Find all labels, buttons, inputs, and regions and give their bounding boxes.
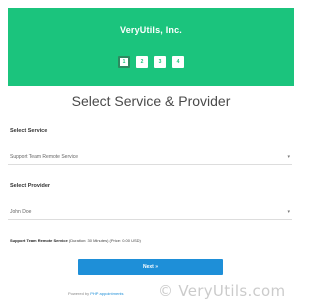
step-2[interactable]: 2 — [136, 56, 148, 68]
service-select-value: Support Team Remote Service — [10, 154, 78, 160]
step-indicator: 1 2 3 4 — [8, 56, 294, 68]
step-3[interactable]: 3 — [154, 56, 166, 68]
brand-name: VeryUtils, Inc. — [119, 25, 183, 35]
booking-page: VeryUtils, Inc. 1 2 3 4 Select Service &… — [0, 0, 302, 305]
step-4[interactable]: 4 — [172, 56, 184, 68]
provider-select[interactable]: John Doe ▾ — [8, 206, 292, 220]
service-select[interactable]: Support Team Remote Service ▾ — [8, 151, 292, 165]
summary-details: (Duration: 30 Minutes) (Price: 0.00 USD) — [68, 238, 141, 243]
service-label: Select Service — [10, 128, 48, 134]
step-1[interactable]: 1 — [118, 56, 130, 68]
provider-select-value: John Doe — [10, 209, 32, 215]
powered-by-link[interactable]: PHP appointments — [90, 291, 123, 296]
page-title: Select Service & Provider — [71, 93, 231, 109]
watermark-text: © VeryUtils.com — [158, 282, 286, 300]
next-button[interactable]: Next » — [78, 259, 223, 275]
summary-service-name: Support Team Remote Service — [10, 238, 68, 243]
chevron-down-icon: ▾ — [287, 209, 290, 215]
chevron-down-icon: ▾ — [287, 154, 290, 160]
powered-by-text: Powered by — [68, 291, 90, 296]
footer: Powered by PHP appointments — [68, 291, 124, 296]
provider-label: Select Provider — [10, 183, 51, 189]
service-summary: Support Team Remote Service (Duration: 3… — [10, 238, 141, 243]
header-banner: VeryUtils, Inc. 1 2 3 4 — [8, 8, 294, 86]
